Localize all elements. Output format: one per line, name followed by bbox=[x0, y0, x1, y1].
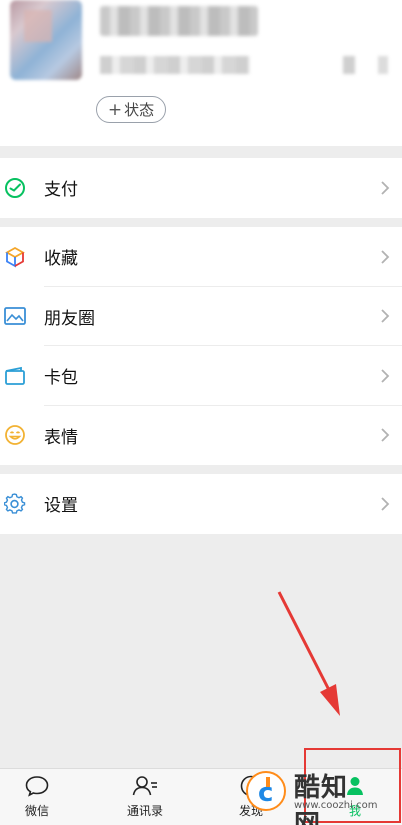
wallet-icon bbox=[3, 364, 27, 388]
tab-contacts[interactable]: 通讯录 bbox=[110, 773, 180, 823]
chat-bubble-icon bbox=[23, 773, 51, 799]
watermark-brand: 酷知网 bbox=[294, 773, 349, 825]
contacts-icon bbox=[131, 773, 159, 799]
menu-item-pay[interactable]: 支付 bbox=[0, 158, 402, 218]
smiley-icon bbox=[3, 423, 27, 447]
svg-text:c: c bbox=[258, 778, 273, 808]
menu-item-moments[interactable]: 朋友圈 bbox=[0, 287, 402, 346]
gear-icon bbox=[3, 492, 27, 516]
menu-item-settings[interactable]: 设置 bbox=[0, 474, 402, 534]
tab-chats[interactable]: 微信 bbox=[2, 773, 72, 823]
menu-group-main: 收藏 朋友圈 卡包 表情 bbox=[0, 227, 402, 465]
menu-item-label: 收藏 bbox=[44, 249, 78, 270]
menu-item-label: 表情 bbox=[44, 427, 78, 448]
menu-item-cards[interactable]: 卡包 bbox=[0, 346, 402, 406]
menu-item-stickers[interactable]: 表情 bbox=[0, 406, 402, 466]
menu-item-label: 朋友圈 bbox=[44, 308, 95, 329]
menu-group-settings: 设置 bbox=[0, 474, 402, 534]
tab-label: 微信 bbox=[24, 804, 49, 818]
menu-group-pay: 支付 bbox=[0, 158, 402, 218]
tab-label: 通讯录 bbox=[126, 804, 163, 818]
menu-item-favorites[interactable]: 收藏 bbox=[0, 227, 402, 287]
nickname-redacted bbox=[100, 6, 258, 36]
watermark-url: www.coozhi.com bbox=[294, 800, 378, 811]
status-button-label: 状态 bbox=[124, 101, 155, 119]
cube-icon bbox=[3, 245, 27, 269]
chevron-right-icon bbox=[378, 178, 392, 198]
qr-code-icon[interactable] bbox=[343, 56, 355, 74]
image-icon bbox=[3, 304, 27, 328]
chevron-right-icon bbox=[378, 366, 392, 386]
menu-item-label: 支付 bbox=[44, 180, 78, 201]
watermark-logo: c bbox=[246, 771, 286, 811]
wechat-id-redacted bbox=[100, 56, 250, 74]
chevron-right-icon bbox=[378, 494, 392, 514]
add-status-button[interactable]: + 状态 bbox=[96, 96, 166, 123]
chevron-right-icon bbox=[378, 247, 392, 267]
chevron-right-icon bbox=[378, 425, 392, 445]
menu-item-label: 卡包 bbox=[44, 368, 78, 389]
chevron-right-icon bbox=[378, 56, 388, 74]
menu-item-label: 设置 bbox=[44, 496, 78, 517]
plus-icon: + bbox=[107, 99, 123, 120]
avatar[interactable] bbox=[10, 0, 82, 80]
wechat-pay-icon bbox=[3, 176, 27, 200]
watermark: c 酷知网 www.coozhi.com bbox=[246, 767, 377, 825]
chevron-right-icon bbox=[378, 306, 392, 326]
profile-header[interactable]: + 状态 bbox=[0, 0, 402, 146]
